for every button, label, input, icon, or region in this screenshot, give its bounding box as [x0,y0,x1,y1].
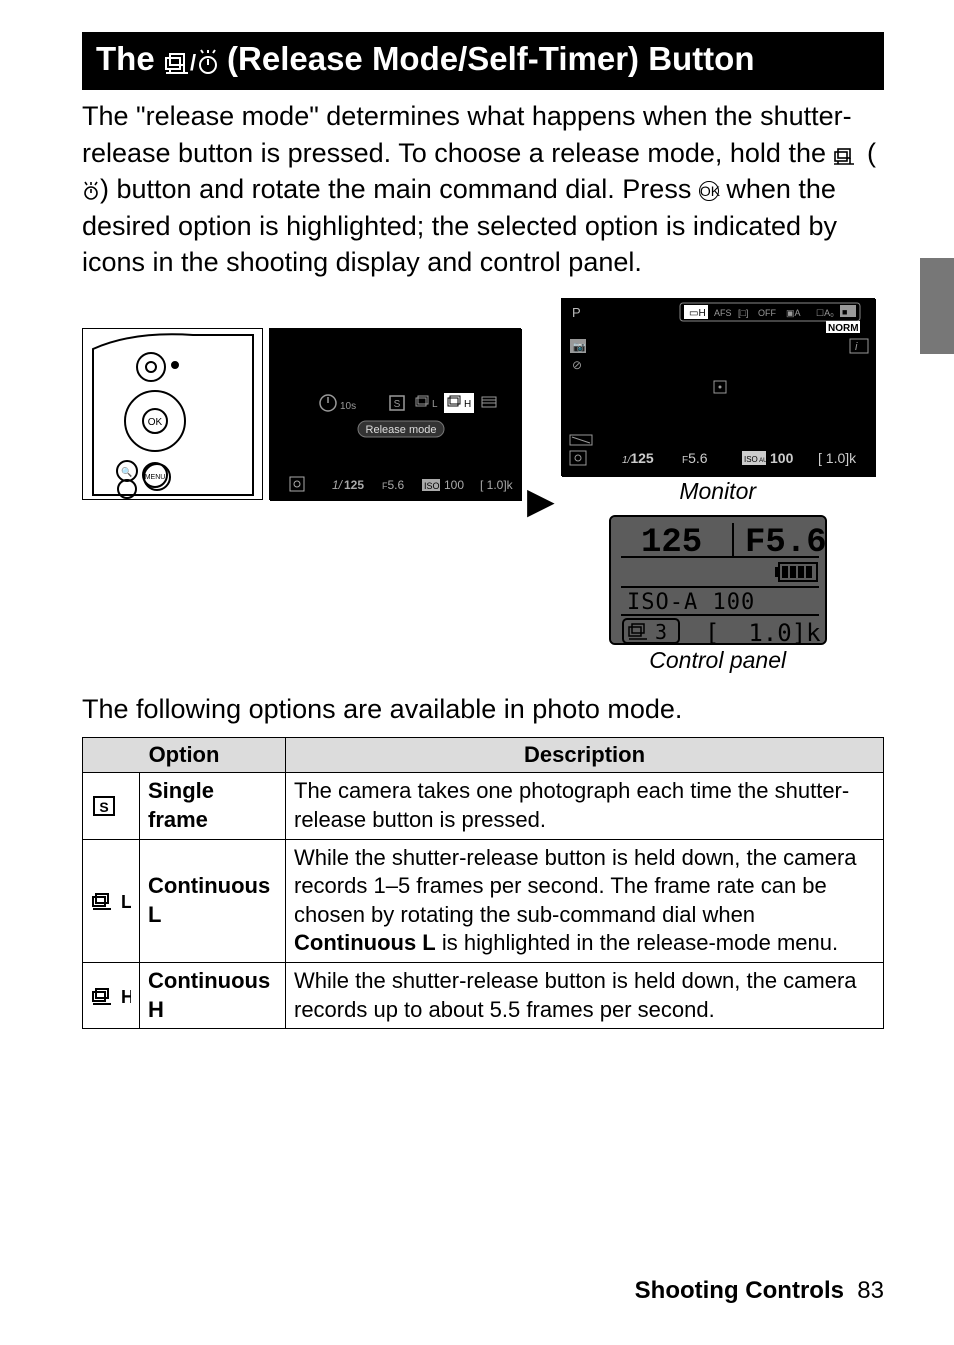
option-desc: The camera takes one photograph each tim… [286,773,884,839]
table-row: L Continuous L While the shutter-release… [83,839,884,962]
svg-text:3: 3 [655,620,667,644]
page-title: The / (Release Mode/Self-Timer) Button [82,32,884,90]
footer-label: Shooting Controls [635,1277,844,1304]
svg-text:▣A: ▣A [786,308,801,318]
illustration-row: OK MENU 🔍 [82,298,884,674]
svg-text:📷: 📷 [573,342,585,353]
control-panel: 125 F5.6 ISO-A 100 [609,515,827,645]
title-prefix: The [96,40,164,77]
svg-text:ISO: ISO [424,481,440,491]
svg-text:▭H: ▭H [689,308,706,319]
page-footer: Shooting Controls 83 [635,1277,884,1305]
option-name: Single frame [140,773,286,839]
option-name: Continuous H [140,963,286,1029]
svg-text:OFF: OFF [758,308,776,318]
release-mode-menu-screen: 10s S L [269,328,521,500]
table-row: S Single frame The camera takes one phot… [83,773,884,839]
option-icon-ch: H [83,963,140,1029]
footer-page: 83 [857,1277,884,1304]
title-burst-timer-icons: / [164,42,218,80]
options-table: Option Description S Single frame The ca… [82,737,884,1029]
svg-text:F5.6: F5.6 [745,524,827,562]
svg-text:ISO-A 100: ISO-A 100 [627,590,755,615]
intro-paragraph: The "release mode" determines what happe… [82,98,884,280]
option-name: Continuous L [140,839,286,962]
desc-bold: Continuous L [294,930,436,955]
svg-text:⊘: ⊘ [572,358,582,372]
th-option: Option [83,738,286,773]
svg-text:L: L [121,892,131,912]
svg-text:☐A₀: ☐A₀ [816,308,834,318]
svg-text:F5.6: F5.6 [382,478,405,492]
svg-text:125: 125 [344,478,364,492]
svg-text:100: 100 [770,450,794,466]
svg-text:🔍: 🔍 [121,466,132,477]
svg-text:OK: OK [148,417,163,428]
control-panel-label: Control panel [649,647,786,674]
option-icon-single: S [83,773,140,839]
camera-back-illustration: OK MENU 🔍 [82,328,263,500]
option-desc: While the shutter-release button is held… [286,839,884,962]
section-tab [920,258,954,354]
svg-text:AFS: AFS [714,308,732,318]
desc-part-a: While the shutter-release button is held… [294,845,857,927]
svg-text:1/: 1/ [332,478,344,492]
table-row: H Continuous H While the shutter-release… [83,963,884,1029]
desc-part-b: is highlighted in the release-mode menu. [436,930,838,955]
timer-icon-inline [82,174,100,204]
intro-mid: button and rotate the main command dial.… [109,174,699,204]
burst-icon-inline [833,144,859,166]
svg-text:L: L [432,399,438,410]
svg-text:10s: 10s [340,401,356,412]
svg-text:■: ■ [842,307,847,317]
title-suffix: (Release Mode/Self-Timer) Button [227,40,754,77]
th-description: Description [286,738,884,773]
monitor-label: Monitor [679,478,756,505]
svg-text:125: 125 [641,524,702,562]
svg-text:S: S [99,799,108,815]
ok-button-icon: OK [699,181,719,201]
svg-text:/: / [190,50,196,75]
svg-text:MENU: MENU [145,474,166,481]
svg-text:H: H [121,987,131,1007]
svg-text:H: H [464,399,471,410]
svg-text:P: P [572,305,581,320]
svg-text:100: 100 [444,478,464,492]
svg-text:[ 1.0]k: [ 1.0]k [480,478,514,492]
svg-text:S: S [394,399,401,410]
monitor-screen: P ▭H AFS [□] OFF ▣A ☐A₀ ■ [561,298,875,476]
svg-text:[□]: [□] [738,308,748,318]
option-icon-cl: L [83,839,140,962]
svg-text:NORM: NORM [828,323,859,334]
arrow-icon: ▶ [527,480,555,522]
following-text: The following options are available in p… [82,694,884,725]
menu-label: Release mode [366,424,437,436]
svg-text:[ 1.0]k: [ 1.0]k [705,619,821,645]
svg-text:[ 1.0]k: [ 1.0]k [818,450,857,466]
intro-line1: The "release mode" determines what happe… [82,101,852,167]
option-desc: While the shutter-release button is held… [286,963,884,1029]
